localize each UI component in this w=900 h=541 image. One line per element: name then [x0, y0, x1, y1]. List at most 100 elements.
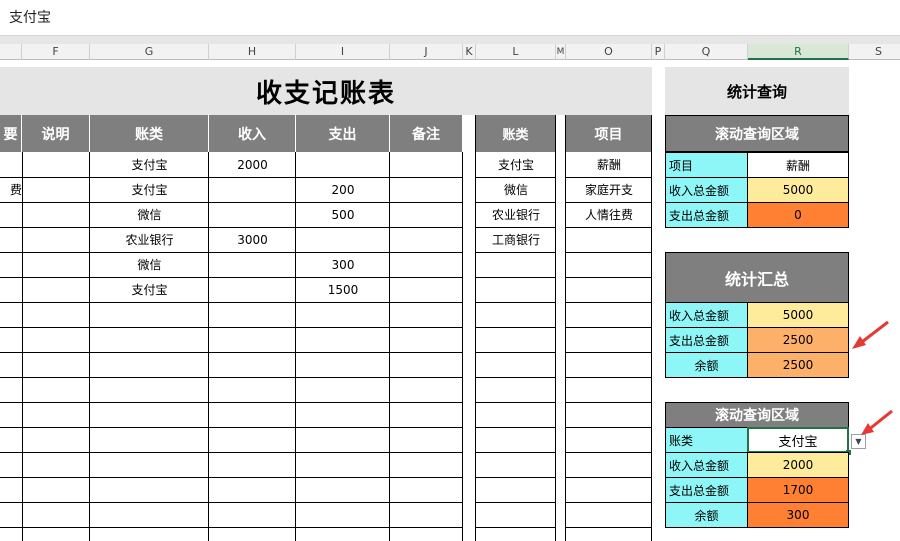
account-income-label[interactable]: 收入总金额: [665, 452, 748, 478]
account-balance-value[interactable]: 300: [747, 502, 849, 528]
grid-hline: [476, 302, 556, 303]
cell-income[interactable]: 3000: [209, 227, 296, 252]
grid-hline: [0, 277, 463, 278]
red-arrow-icon: [852, 320, 889, 349]
grid-hline: [566, 502, 652, 503]
item-value[interactable]: 薪酬: [747, 152, 849, 178]
ledger-header-income[interactable]: 收入: [209, 115, 296, 152]
cell-expense[interactable]: 200: [296, 177, 390, 202]
column-header-r[interactable]: R: [748, 44, 849, 60]
list-item[interactable]: 薪酬: [566, 152, 652, 177]
ledger-title-cell[interactable]: 收支记账表: [0, 67, 652, 115]
grid-hline: [0, 252, 463, 253]
column-header-f[interactable]: F: [22, 44, 90, 60]
grid-hline: [566, 427, 652, 428]
grid-hline: [476, 377, 556, 378]
grid-hline: [476, 252, 556, 253]
grid-hline: [476, 477, 556, 478]
cell-income[interactable]: 2000: [209, 152, 296, 177]
stats-title[interactable]: 统计查询: [665, 67, 849, 115]
list-item[interactable]: 微信: [476, 177, 556, 202]
items-list-header[interactable]: 项目: [566, 115, 652, 152]
ledger-header-desc[interactable]: 说明: [22, 115, 90, 152]
column-header-g[interactable]: G: [90, 44, 209, 60]
grid-hline: [0, 377, 463, 378]
grid-hline: [476, 327, 556, 328]
formula-bar[interactable]: 支付宝: [0, 0, 900, 36]
grid-hline: [0, 477, 463, 478]
ledger-title: 收支记账表: [255, 78, 396, 109]
summary-income-label[interactable]: 收入总金额: [665, 302, 748, 328]
list-item[interactable]: 工商银行: [476, 227, 556, 252]
cell-account[interactable]: 支付宝: [90, 152, 209, 177]
income-total-label[interactable]: 收入总金额: [665, 177, 748, 203]
income-total-value[interactable]: 5000: [747, 177, 849, 203]
column-header-q[interactable]: Q: [665, 44, 748, 60]
column-header-h[interactable]: H: [209, 44, 296, 60]
accounts-list-header[interactable]: 账类: [476, 115, 556, 152]
column-header-i[interactable]: I: [296, 44, 390, 60]
ledger-header-expense[interactable]: 支出: [296, 115, 390, 152]
list-item[interactable]: 家庭开支: [566, 177, 652, 202]
column-header-p[interactable]: P: [652, 44, 665, 60]
grid-hline: [566, 452, 652, 453]
summary-income-value[interactable]: 5000: [747, 302, 849, 328]
grid-hline: [0, 352, 463, 353]
grid-hline: [566, 402, 652, 403]
ledger-header-account[interactable]: 账类: [90, 115, 209, 152]
list-item[interactable]: 农业银行: [476, 202, 556, 227]
grid-hline: [0, 327, 463, 328]
column-header-o[interactable]: O: [566, 44, 652, 60]
account-expense-value[interactable]: 1700: [747, 477, 849, 503]
cell-expense[interactable]: 1500: [296, 277, 390, 302]
formula-bar-value[interactable]: 支付宝: [9, 0, 51, 36]
account-expense-label[interactable]: 支出总金额: [665, 477, 748, 503]
column-header-j[interactable]: J: [390, 44, 463, 60]
cell-account[interactable]: 微信: [90, 252, 209, 277]
column-header-k[interactable]: K: [463, 44, 476, 60]
summary-balance-value[interactable]: 2500: [747, 352, 849, 378]
grid-hline: [0, 427, 463, 428]
grid-hline: [476, 527, 556, 528]
cell-account[interactable]: 微信: [90, 202, 209, 227]
cell-account[interactable]: 农业银行: [90, 227, 209, 252]
scroll-query-header-1[interactable]: 滚动查询区域: [665, 115, 849, 152]
summary-expense-label[interactable]: 支出总金额: [665, 327, 748, 353]
account-select[interactable]: 支付宝: [747, 427, 849, 453]
column-header-m[interactable]: M: [556, 44, 566, 60]
ledger-header-partial[interactable]: 要: [0, 115, 22, 152]
grid-hline: [0, 502, 463, 503]
summary-expense-value[interactable]: 2500: [747, 327, 849, 353]
grid-hline: [0, 527, 463, 528]
toolbar-gap: [0, 36, 900, 44]
grid-hline: [566, 327, 652, 328]
grid-hline: [476, 452, 556, 453]
grid-hline: [476, 427, 556, 428]
column-header-s[interactable]: S: [849, 44, 900, 60]
list-item[interactable]: 支付宝: [476, 152, 556, 177]
summary-balance-label[interactable]: 余额: [665, 352, 748, 378]
scroll-query-header-2[interactable]: 滚动查询区域: [665, 402, 849, 428]
item-label[interactable]: 项目: [665, 152, 748, 178]
cell-partial[interactable]: 费: [0, 177, 22, 202]
grid-hline: [476, 277, 556, 278]
red-arrow-icon: [861, 409, 893, 435]
grid-hline: [566, 352, 652, 353]
cell-expense[interactable]: 300: [296, 252, 390, 277]
cell-account[interactable]: 支付宝: [90, 277, 209, 302]
list-item[interactable]: 人情往费: [566, 202, 652, 227]
account-label[interactable]: 账类: [665, 427, 748, 453]
cell-account[interactable]: 支付宝: [90, 177, 209, 202]
account-income-value[interactable]: 2000: [747, 452, 849, 478]
column-header-l[interactable]: L: [476, 44, 556, 60]
expense-total-value[interactable]: 0: [747, 202, 849, 228]
cell-expense[interactable]: 500: [296, 202, 390, 227]
account-balance-label[interactable]: 余额: [665, 502, 748, 528]
summary-header[interactable]: 统计汇总: [665, 252, 849, 303]
ledger-header-note[interactable]: 备注: [390, 115, 463, 152]
grid-hline: [0, 402, 463, 403]
grid-hline: [566, 227, 652, 228]
grid-hline: [566, 277, 652, 278]
expense-total-label[interactable]: 支出总金额: [665, 202, 748, 228]
column-header-partial[interactable]: [0, 44, 22, 60]
